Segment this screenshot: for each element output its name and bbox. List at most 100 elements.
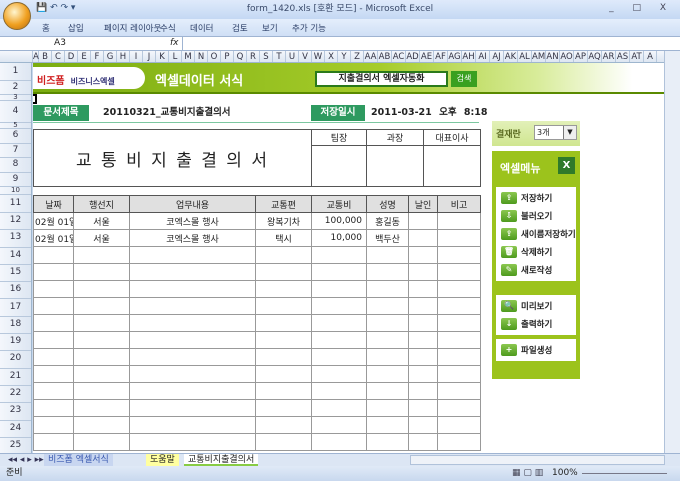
table-cell[interactable] [408,229,438,247]
table-cell[interactable] [408,365,438,383]
table-cell[interactable] [129,280,256,298]
table-cell[interactable] [311,399,367,417]
column-header[interactable]: U [286,51,299,62]
column-header[interactable]: R [247,51,260,62]
table-cell[interactable]: 서울 [73,229,130,247]
dropdown-arrow-icon[interactable]: ▼ [563,126,576,139]
table-cell[interactable] [366,263,409,281]
table-cell[interactable] [255,263,312,281]
menu-item-삭제하기[interactable]: 🗑 삭제하기 [496,243,576,261]
ribbon-tab[interactable]: 검토 [232,22,248,34]
row-header[interactable]: 13 [0,230,31,248]
column-header[interactable]: G [104,51,117,62]
table-cell[interactable] [437,416,481,434]
table-cell[interactable] [366,365,409,383]
sign-box[interactable] [311,145,367,187]
table-cell[interactable] [437,314,481,332]
ribbon-tab[interactable]: 보기 [262,22,278,34]
ribbon-tab[interactable]: 홈 [42,22,50,34]
row-header[interactable]: 23 [0,403,31,421]
horizontal-scrollbar[interactable] [410,455,665,465]
table-cell[interactable] [366,314,409,332]
row-header[interactable]: 9 [0,173,31,187]
table-cell[interactable] [129,348,256,366]
table-cell[interactable] [73,246,130,264]
row-header[interactable]: 17 [0,300,31,317]
column-header[interactable]: AQ [588,51,602,62]
approval-select[interactable]: 3개 ▼ [534,125,577,140]
sign-box[interactable] [366,145,424,187]
table-cell[interactable] [73,280,130,298]
table-cell[interactable] [129,331,256,349]
column-header[interactable]: AG [448,51,462,62]
table-cell[interactable] [73,331,130,349]
table-cell[interactable] [33,433,74,451]
row-header[interactable]: 12 [0,213,31,231]
table-cell[interactable] [408,314,438,332]
table-cell[interactable]: 코엑스몰 행사 [129,229,256,247]
sign-box[interactable] [423,145,481,187]
table-cell[interactable] [33,246,74,264]
column-header[interactable]: K [156,51,169,62]
column-header[interactable]: B [39,51,52,62]
table-cell[interactable] [73,382,130,400]
table-cell[interactable] [437,331,481,349]
table-cell[interactable] [255,246,312,264]
table-cell[interactable] [437,399,481,417]
column-header[interactable]: V [299,51,312,62]
table-cell[interactable] [73,263,130,281]
column-header[interactable]: J [143,51,156,62]
table-cell[interactable] [73,314,130,332]
ribbon-tab[interactable]: 데이터 [190,22,213,34]
column-header[interactable]: AL [518,51,532,62]
column-header[interactable]: N [195,51,208,62]
tab-nav-buttons[interactable]: ◂◂ ◂ ▸ ▸▸ [4,454,48,466]
table-cell[interactable]: 02월 01일 [33,212,74,230]
ribbon-tab[interactable]: 수식 [160,22,176,34]
column-header[interactable]: Z [351,51,364,62]
row-header[interactable]: 8 [0,158,31,173]
column-header[interactable]: D [65,51,78,62]
table-cell[interactable] [437,382,481,400]
table-cell[interactable] [255,280,312,298]
row-header[interactable]: 19 [0,334,31,352]
column-header[interactable]: AP [574,51,588,62]
search-input[interactable]: 지출결의서 엑셀자동화 [315,71,448,87]
table-cell[interactable] [33,416,74,434]
zoom-level[interactable]: 100% [552,466,578,481]
column-header[interactable]: AA [364,51,378,62]
row-header[interactable]: 24 [0,421,31,438]
table-cell[interactable] [73,399,130,417]
table-cell[interactable]: 02월 01일 [33,229,74,247]
column-header[interactable]: AT [630,51,644,62]
column-header[interactable]: F [91,51,104,62]
table-cell[interactable]: 왕복기차 [255,212,312,230]
office-button[interactable] [3,2,31,30]
table-cell[interactable] [311,280,367,298]
table-cell[interactable] [408,263,438,281]
table-cell[interactable] [437,297,481,315]
table-cell[interactable] [311,348,367,366]
table-cell[interactable] [73,348,130,366]
column-header[interactable]: AR [602,51,616,62]
column-header[interactable]: AO [560,51,574,62]
menu-item-새이름저장하기[interactable]: ⇪ 새이름저장하기 [496,225,576,243]
table-cell[interactable] [437,212,481,230]
column-header[interactable]: AI [476,51,490,62]
view-buttons[interactable]: ▦ ▢ ▥ [512,466,543,481]
table-cell[interactable] [255,297,312,315]
table-cell[interactable] [366,416,409,434]
table-cell[interactable] [366,246,409,264]
column-header[interactable]: C [52,51,65,62]
table-cell[interactable] [437,348,481,366]
fx-icon[interactable]: fx [170,37,179,50]
column-header[interactable]: AC [392,51,406,62]
table-cell[interactable] [33,263,74,281]
column-header[interactable]: X [325,51,338,62]
table-cell[interactable]: 100,000 [311,212,367,230]
column-header[interactable]: Q [234,51,247,62]
table-cell[interactable] [437,263,481,281]
ribbon-tab[interactable]: 삽입 [68,22,84,34]
table-cell[interactable]: 택시 [255,229,312,247]
column-header[interactable]: AM [532,51,546,62]
